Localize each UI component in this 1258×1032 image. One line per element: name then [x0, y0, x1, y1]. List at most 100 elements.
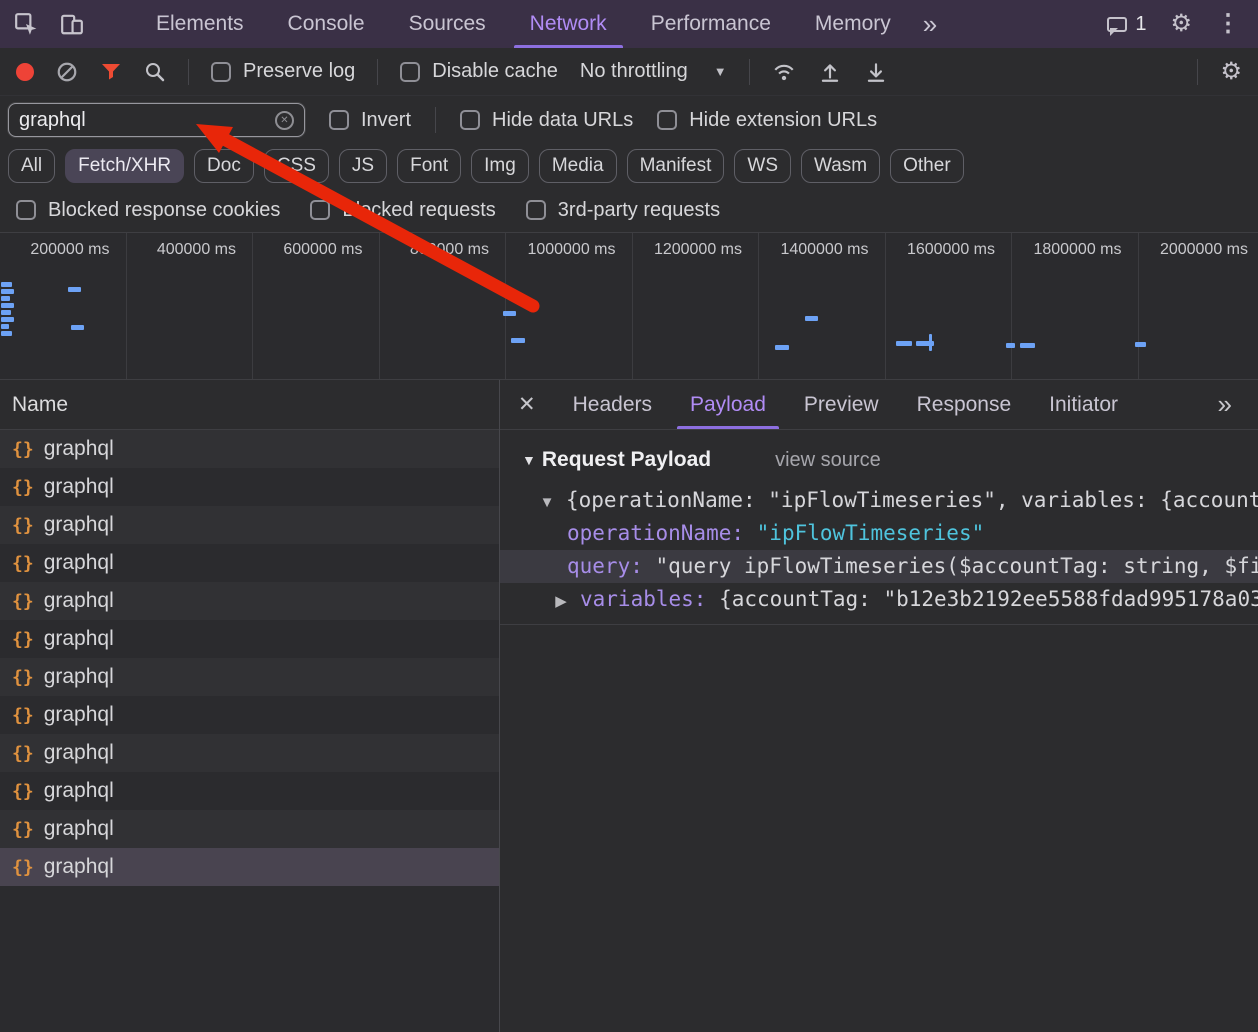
clear-network-log-button[interactable] [56, 61, 78, 83]
timeline-tick: 1600000 ms [886, 233, 1013, 379]
request-name: graphql [44, 627, 114, 651]
request-type-chip[interactable]: JS [339, 149, 387, 183]
console-messages-indicator[interactable]: 1 [1107, 13, 1146, 36]
json-braces-icon: {} [12, 515, 34, 536]
timeline-tick: 400000 ms [127, 233, 254, 379]
main-tab[interactable]: Performance [629, 0, 793, 48]
request-row[interactable]: {} graphql [0, 810, 499, 848]
request-row[interactable]: {} graphql [0, 734, 499, 772]
network-conditions-icon[interactable] [772, 60, 796, 84]
request-row[interactable]: {} graphql [0, 848, 499, 886]
more-main-tabs-icon[interactable]: » [913, 0, 947, 48]
timeline-ruler: 200000 ms 400000 ms 600000 ms 800000 ms … [0, 233, 1258, 379]
filter-icon[interactable] [100, 61, 122, 83]
throttling-select[interactable]: No throttling ▼ [580, 60, 727, 83]
payload-root-row[interactable]: ▼{operationName: "ipFlowTimeseries", var… [500, 484, 1258, 517]
disclosure-open-icon: ▼ [522, 452, 536, 468]
checkbox-box [526, 200, 546, 220]
request-type-chips: All Fetch/XHR Doc CSS JS Font Img Media … [0, 144, 1258, 188]
details-tab[interactable]: Headers [554, 380, 671, 429]
request-name: graphql [44, 817, 114, 841]
filter-toggle-checkbox[interactable]: Blocked response cookies [16, 199, 280, 222]
main-tab[interactable]: Memory [793, 0, 913, 48]
more-details-tabs-icon[interactable]: » [1192, 380, 1258, 429]
timeline-tick-label: 1200000 ms [654, 241, 742, 258]
request-row[interactable]: {} graphql [0, 468, 499, 506]
payload-row-operation-name[interactable]: operationName: "ipFlowTimeseries" [500, 517, 1258, 550]
record-network-log-button[interactable] [16, 63, 34, 81]
request-type-chip[interactable]: CSS [264, 149, 329, 183]
main-tab-label: Elements [156, 12, 244, 36]
request-type-chip[interactable]: WS [734, 149, 791, 183]
request-type-chip[interactable]: Wasm [801, 149, 880, 183]
divider [749, 59, 750, 85]
main-tab-label: Sources [409, 12, 486, 36]
close-details-button[interactable]: ✕ [500, 380, 554, 429]
export-har-button[interactable] [864, 60, 888, 84]
payload-string-value: "ipFlowTimeseries" [757, 521, 985, 545]
main-tab[interactable]: Elements [134, 0, 266, 48]
filter-toggle-label: Blocked requests [342, 199, 495, 222]
request-payload-section-header[interactable]: ▼ Request Payload view source [500, 442, 1258, 478]
request-name: graphql [44, 589, 114, 613]
request-type-chip[interactable]: Other [890, 149, 964, 183]
request-type-chip[interactable]: Media [539, 149, 617, 183]
request-row[interactable]: {} graphql [0, 658, 499, 696]
main-tab[interactable]: Console [266, 0, 387, 48]
request-type-chip[interactable]: Manifest [627, 149, 725, 183]
clear-filter-icon[interactable]: ✕ [275, 111, 294, 130]
import-har-button[interactable] [818, 60, 842, 84]
kebab-menu-icon[interactable]: ⋮ [1216, 12, 1240, 36]
filter-toggle-checkbox[interactable]: 3rd-party requests [526, 199, 720, 222]
details-tab-label: Response [917, 393, 1012, 417]
request-row[interactable]: {} graphql [0, 582, 499, 620]
request-name: graphql [44, 855, 114, 879]
disable-cache-checkbox[interactable]: Disable cache [400, 60, 558, 83]
inspect-element-icon[interactable] [14, 12, 38, 36]
disclosure-closed-icon[interactable]: ▶ [550, 585, 572, 616]
request-row[interactable]: {} graphql [0, 544, 499, 582]
preserve-log-checkbox[interactable]: Preserve log [211, 60, 355, 83]
request-row[interactable]: {} graphql [0, 696, 499, 734]
request-type-chip[interactable]: All [8, 149, 55, 183]
hide-data-urls-checkbox[interactable]: Hide data URLs [460, 109, 633, 132]
chip-label: WS [747, 155, 778, 176]
timeline-tick-label: 400000 ms [157, 241, 236, 258]
request-type-chip[interactable]: Font [397, 149, 461, 183]
name-column-header[interactable]: Name [0, 380, 499, 430]
details-tab[interactable]: Initiator [1030, 380, 1137, 429]
filter-input[interactable] [19, 109, 275, 132]
request-type-chip[interactable]: Img [471, 149, 529, 183]
filter-toggle-checkbox[interactable]: Blocked requests [310, 199, 495, 222]
payload-row-query[interactable]: query: "query ipFlowTimeseries($accountT… [500, 550, 1258, 583]
request-row[interactable]: {} graphql [0, 506, 499, 544]
close-icon: ✕ [280, 115, 288, 126]
device-toolbar-icon[interactable] [60, 12, 84, 36]
details-tab[interactable]: Payload [671, 380, 785, 429]
request-row[interactable]: {} graphql [0, 620, 499, 658]
details-tab[interactable]: Response [898, 380, 1031, 429]
tabbar-right-icons: 1 ⚙ ⋮ [1107, 0, 1258, 48]
details-tab[interactable]: Preview [785, 380, 898, 429]
search-icon[interactable] [144, 61, 166, 83]
divider [188, 59, 189, 85]
main-tab[interactable]: Sources [387, 0, 508, 48]
waterfall-overview[interactable]: 200000 ms 400000 ms 600000 ms 800000 ms … [0, 232, 1258, 380]
settings-gear-icon[interactable]: ⚙ [1170, 12, 1192, 36]
json-braces-icon: {} [12, 591, 34, 612]
request-row[interactable]: {} graphql [0, 430, 499, 468]
payload-row-variables[interactable]: ▶variables: {accountTag: "b12e3b2192ee55… [500, 583, 1258, 616]
hide-extension-urls-checkbox[interactable]: Hide extension URLs [657, 109, 877, 132]
request-row[interactable]: {} graphql [0, 772, 499, 810]
disclosure-open-icon[interactable]: ▼ [536, 486, 558, 517]
invert-checkbox[interactable]: Invert [329, 109, 411, 132]
filter-toggle-label: 3rd-party requests [558, 199, 720, 222]
main-tab[interactable]: Network [508, 0, 629, 48]
view-source-link[interactable]: view source [775, 449, 881, 472]
request-type-chip[interactable]: Doc [194, 149, 254, 183]
json-braces-icon: {} [12, 705, 34, 726]
request-type-chip[interactable]: Fetch/XHR [65, 149, 184, 183]
details-tabs: Headers Payload Preview Response Initiat… [554, 380, 1137, 429]
network-settings-gear-icon[interactable]: ⚙ [1220, 60, 1242, 84]
request-name: graphql [44, 779, 114, 803]
